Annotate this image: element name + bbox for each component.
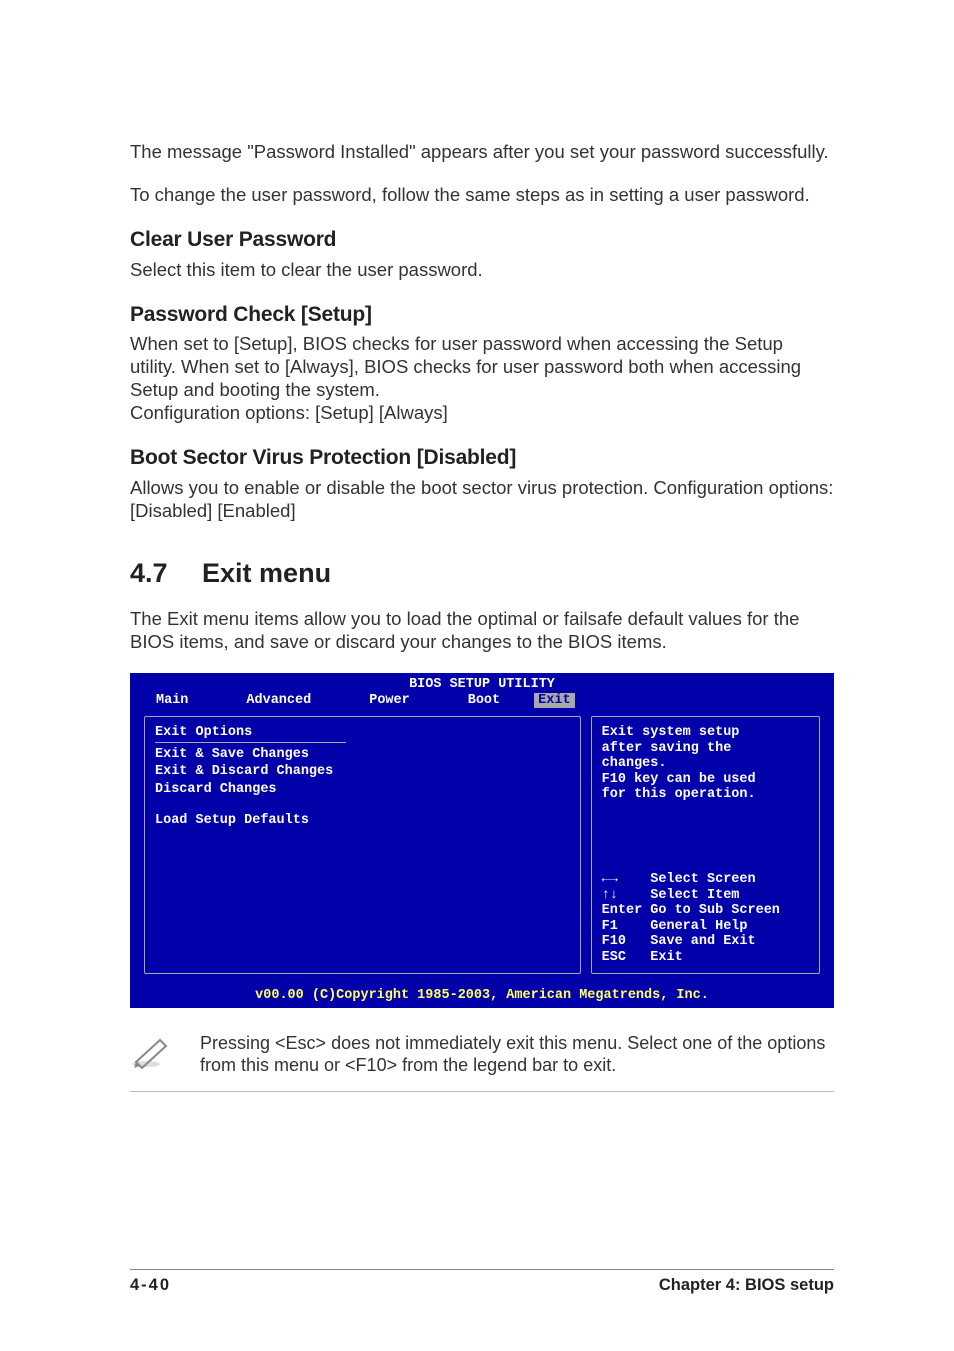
bios-title: BIOS SETUP UTILITY <box>130 673 834 693</box>
para-section-intro: The Exit menu items allow you to load th… <box>130 607 834 653</box>
bios-tab-power[interactable]: Power <box>361 693 418 709</box>
para-password-check: When set to [Setup], BIOS checks for use… <box>130 332 834 425</box>
bios-right-panel: Exit system setup after saving the chang… <box>591 716 820 974</box>
note-text: Pressing <Esc> does not immediately exit… <box>200 1028 834 1077</box>
page-footer: 4-40 Chapter 4: BIOS setup <box>130 1269 834 1295</box>
bios-tab-main[interactable]: Main <box>148 693 196 709</box>
para-clear-user-password: Select this item to clear the user passw… <box>130 258 834 281</box>
bios-footer: v00.00 (C)Copyright 1985-2003, American … <box>130 988 834 1008</box>
bios-tab-boot[interactable]: Boot <box>460 693 508 709</box>
para-change-user-password: To change the user password, follow the … <box>130 183 834 206</box>
page: The message "Password Installed" appears… <box>0 0 954 1351</box>
legend-enter: Enter Go to Sub Screen <box>602 903 809 919</box>
note-row: Pressing <Esc> does not immediately exit… <box>130 1028 834 1092</box>
bios-item-discard[interactable]: Discard Changes <box>155 782 570 798</box>
bios-tab-bar: Main Advanced Power Boot Exit <box>130 693 834 709</box>
chapter-label: Chapter 4: BIOS setup <box>659 1276 834 1295</box>
bios-tab-advanced[interactable]: Advanced <box>238 693 319 709</box>
page-number: 4-40 <box>130 1276 171 1295</box>
heading-boot-sector-virus: Boot Sector Virus Protection [Disabled] <box>130 444 834 471</box>
para-password-installed: The message "Password Installed" appears… <box>130 140 834 163</box>
heading-section-4-7: 4.7 Exit menu <box>130 558 834 589</box>
bios-legend: ←→ Select Screen ↑↓ Select Item Enter Go… <box>602 872 809 965</box>
bios-help-text: Exit system setup after saving the chang… <box>602 725 809 803</box>
bios-left-panel: Exit Options Exit & Save Changes Exit & … <box>144 716 581 974</box>
legend-select-screen: ←→ Select Screen <box>602 872 809 888</box>
heading-clear-user-password: Clear User Password <box>130 226 834 253</box>
legend-f10: F10 Save and Exit <box>602 934 809 950</box>
bios-item-load-defaults[interactable]: Load Setup Defaults <box>155 813 570 829</box>
heading-password-check: Password Check [Setup] <box>130 301 834 328</box>
pencil-note-icon <box>130 1034 174 1070</box>
para-boot-sector-virus: Allows you to enable or disable the boot… <box>130 476 834 522</box>
legend-f1: F1 General Help <box>602 919 809 935</box>
legend-select-item: ↑↓ Select Item <box>602 888 809 904</box>
bios-screenshot: BIOS SETUP UTILITY Main Advanced Power B… <box>130 673 834 1008</box>
bios-item-exit-save[interactable]: Exit & Save Changes <box>155 747 570 763</box>
bios-tab-exit[interactable]: Exit <box>534 693 574 709</box>
legend-esc: ESC Exit <box>602 950 809 966</box>
bios-left-heading: Exit Options <box>155 725 570 741</box>
bios-item-exit-discard[interactable]: Exit & Discard Changes <box>155 764 570 780</box>
